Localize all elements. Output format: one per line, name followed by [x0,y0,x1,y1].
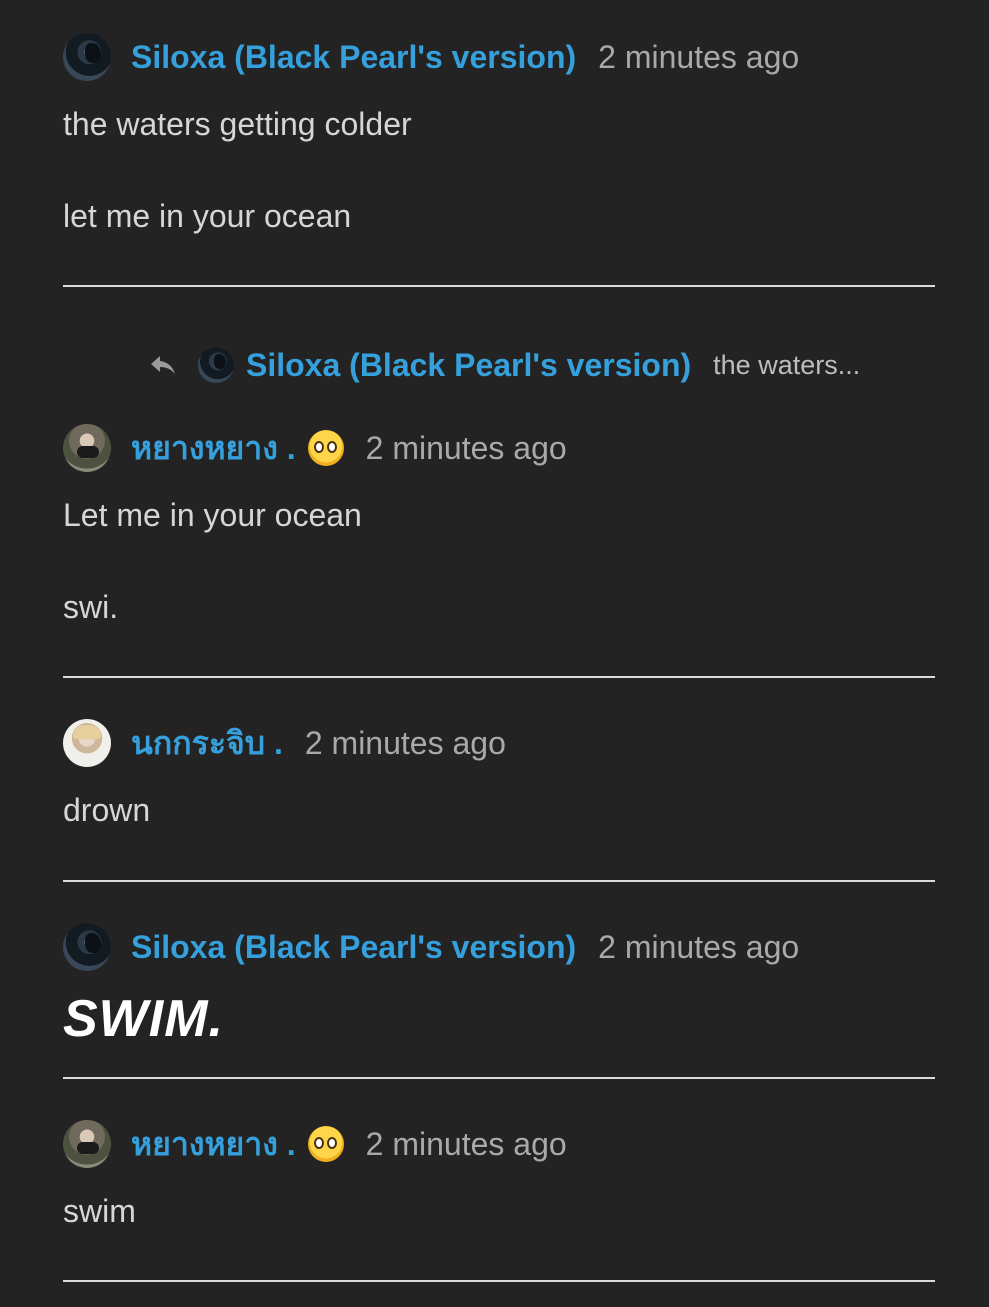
message-item: Siloxa (Black Pearl's version) 2 minutes… [63,32,935,234]
reply-author-avatar [198,347,234,383]
message-item: หยางหยาง . 2 minutes ago Let me in your … [63,423,935,625]
timestamp: 2 minutes ago [365,1125,567,1162]
author-name[interactable]: นกกระจิบ . [131,718,283,769]
message-header: Siloxa (Black Pearl's version) 2 minutes… [63,32,935,82]
reply-preview-text: the waters... [713,349,861,380]
user-avatar[interactable] [63,923,111,971]
timestamp: 2 minutes ago [598,38,800,75]
message-divider [63,1077,935,1079]
user-avatar[interactable] [63,33,111,81]
message-divider [63,1280,935,1282]
author-name[interactable]: หยางหยาง . [131,423,296,474]
user-avatar[interactable] [63,1120,111,1168]
message-header: หยางหยาง . 2 minutes ago [63,423,935,473]
message-item: หยางหยาง . 2 minutes ago swim [63,1119,935,1229]
author-name[interactable]: หยางหยาง . [131,1119,296,1170]
message-text-line: drown [63,792,151,828]
message-header: Siloxa (Black Pearl's version) 2 minutes… [63,922,935,972]
message-text-line: swi. [63,589,119,625]
message-item: นกกระจิบ . 2 minutes ago drown [63,718,935,828]
reply-author-name[interactable]: Siloxa (Black Pearl's version) [246,347,691,384]
timestamp: 2 minutes ago [365,429,567,466]
pleading-face-emoji-icon [307,430,344,466]
message-item: Siloxa (Black Pearl's version) 2 minutes… [63,922,935,1048]
message-divider [63,285,935,287]
user-avatar[interactable] [63,424,111,472]
author-name[interactable]: Siloxa (Black Pearl's version) [131,929,576,966]
reply-reference[interactable]: Siloxa (Black Pearl's version) the water… [148,345,860,385]
message-text-line: let me in your ocean [63,198,352,234]
message-header: หยางหยาง . 2 minutes ago [63,1119,935,1169]
timestamp: 2 minutes ago [598,928,800,965]
message-divider [63,676,935,678]
author-name[interactable]: Siloxa (Black Pearl's version) [131,39,576,76]
message-text-heading: SWIM. [63,990,224,1048]
timestamp: 2 minutes ago [304,724,506,761]
user-avatar[interactable] [63,719,111,767]
message-divider [63,880,935,882]
message-text-line: Let me in your ocean [63,497,362,533]
pleading-face-emoji-icon [307,1126,344,1162]
message-text-line: swim [63,1193,136,1229]
reply-arrow-icon [151,356,175,374]
message-text-line: the waters getting colder [63,106,412,142]
message-header: นกกระจิบ . 2 minutes ago [63,718,935,768]
